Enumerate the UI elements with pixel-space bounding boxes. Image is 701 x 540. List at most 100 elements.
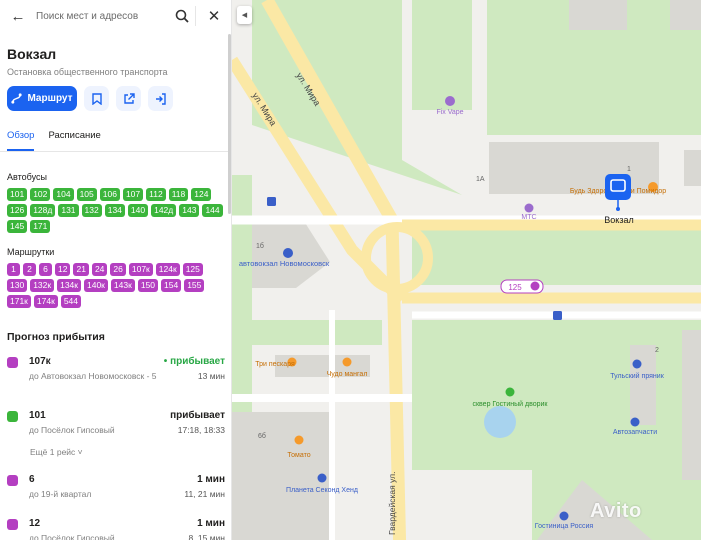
shop-icon	[632, 359, 642, 369]
minibus-route-chip[interactable]: 107к	[128, 263, 153, 276]
minibus-route-chip[interactable]: 24	[91, 263, 108, 276]
bus-route-chip[interactable]: 132	[81, 204, 102, 217]
minibus-route-chip[interactable]: 134к	[57, 279, 81, 292]
minibus-route-chip[interactable]: 154	[161, 279, 182, 292]
tab-overview[interactable]: Обзор	[7, 130, 35, 151]
minibus-route-chip[interactable]: 12	[55, 263, 71, 276]
minibus-route-chip[interactable]: 130	[7, 279, 28, 292]
minibus-route-chip[interactable]: 124к	[155, 263, 180, 276]
arrival-destination: до Автовокзал Новомосковск - 5	[29, 371, 157, 381]
tab-schedule[interactable]: Расписание	[48, 130, 100, 141]
arrival-status: 1 мин	[197, 518, 225, 529]
enter-icon	[155, 92, 166, 105]
board-button[interactable]	[148, 86, 173, 111]
more-trips-link[interactable]: Ещё 1 рейс ˅	[30, 447, 83, 457]
bus-route-chip[interactable]: 104	[53, 188, 74, 201]
search-divider	[195, 6, 196, 26]
svg-text:1А: 1А	[476, 176, 485, 183]
minibus-route-chip[interactable]: 2	[23, 263, 36, 276]
bus-route-chip[interactable]: 143	[179, 204, 200, 217]
selected-stop-marker	[605, 174, 631, 200]
minibus-route-chip[interactable]: 125	[182, 263, 203, 276]
back-arrow-icon[interactable]: ←	[4, 4, 32, 28]
search-icon[interactable]	[170, 4, 194, 28]
minibus-route-chip[interactable]: 171к	[7, 295, 31, 308]
page-title: Вокзал	[7, 46, 57, 62]
arrival-destination: до Посёлок Гипсовый	[29, 533, 115, 540]
svg-text:2: 2	[655, 347, 659, 354]
restaurant-icon	[294, 435, 304, 445]
bus-route-chip[interactable]: 112	[146, 188, 166, 201]
bus-stop-marker	[553, 311, 562, 320]
arrival-times: 13 мин	[197, 371, 225, 381]
bus-route-chip[interactable]: 105	[76, 188, 97, 201]
collapse-panel-button[interactable]: ◀	[237, 6, 252, 24]
svg-text:6б: 6б	[258, 432, 266, 440]
bus-route-chip[interactable]: 118	[168, 188, 189, 201]
close-icon[interactable]: ✕	[202, 4, 226, 28]
arrival-status: прибывает	[170, 410, 225, 421]
bookmark-button[interactable]	[84, 86, 109, 111]
map-canvas: ул. Мира ул. Мира Гвардейская ул. 1 1А 1…	[232, 0, 701, 540]
minibus-route-chip[interactable]: 1	[7, 263, 20, 276]
minibus-route-chip[interactable]: 544	[60, 295, 81, 308]
bus-route-chip[interactable]: 126	[7, 204, 28, 217]
minibus-route-chip[interactable]: 26	[110, 263, 126, 276]
minibus-route-chip[interactable]: 150	[137, 279, 158, 292]
action-buttons: Маршрут	[7, 86, 173, 111]
map-view[interactable]: ул. Мира ул. Мира Гвардейская ул. 1 1А 1…	[232, 0, 701, 540]
park-icon	[505, 387, 515, 397]
poi-label: сквер Гостиный дворик	[472, 400, 548, 408]
arrival-status: • прибывает	[163, 356, 225, 367]
bus-route-chip[interactable]: 171	[30, 220, 51, 233]
poi-label: Fix Vape	[436, 109, 463, 116]
forecast-title: Прогноз прибытия	[7, 331, 105, 343]
poi-label: автовокзал Новомосковск	[239, 259, 330, 268]
minibus-route-chip[interactable]: 143к	[110, 279, 135, 292]
poi-label: Планета Секонд Хенд	[286, 487, 358, 494]
bus-route-chip[interactable]: 124	[191, 188, 212, 201]
arrival-route: 12	[29, 518, 41, 529]
bookmark-icon	[91, 92, 102, 105]
poi-label: Три пескаря	[255, 361, 295, 368]
search-bar: ← Поиск мест и адресов ✕	[4, 4, 226, 28]
bus-route-chip[interactable]: 140	[127, 204, 149, 217]
minibus-route-chip[interactable]: 155	[184, 279, 205, 292]
shop-icon	[524, 203, 534, 213]
restaurant-icon	[342, 357, 352, 367]
selected-stop-label: Вокзал	[604, 215, 633, 225]
bus-route-list: 101 102 104 105 106 107 112 118 124 126 128д 131 132…	[7, 188, 225, 233]
bus-route-chip[interactable]: 107	[122, 188, 144, 201]
bus-icon	[7, 411, 18, 422]
bus-route-chip[interactable]: 101	[7, 188, 28, 201]
arrival-route: 107к	[29, 356, 51, 367]
bus-stop-marker	[267, 197, 276, 206]
route-button[interactable]: Маршрут	[7, 86, 77, 111]
arrival-times: 17:18, 18:33	[177, 425, 225, 435]
avito-watermark: Avito	[590, 500, 642, 522]
minibus-route-chip[interactable]: 140к	[84, 279, 108, 292]
share-button[interactable]	[116, 86, 141, 111]
car-parts-icon	[630, 417, 640, 427]
minibus-route-chip[interactable]: 21	[73, 263, 89, 276]
bus-route-chip[interactable]: 145	[7, 220, 28, 233]
minibus-icon	[7, 357, 18, 368]
stop-subtitle: Остановка общественного транспорта	[7, 67, 168, 77]
minibus-route-chip[interactable]: 174к	[33, 295, 58, 308]
minibus-route-chip[interactable]: 6	[39, 263, 52, 276]
search-input[interactable]: Поиск мест и адресов	[32, 4, 170, 28]
arrival-times: 11, 21 мин	[184, 489, 225, 499]
bus-route-chip[interactable]: 131	[58, 204, 79, 217]
bus-station-icon	[283, 248, 293, 258]
bus-route-chip[interactable]: 144	[202, 204, 223, 217]
bus-route-chip[interactable]: 106	[99, 188, 120, 201]
poi-label: Автозапчасти	[613, 429, 657, 436]
route-badge: 125	[508, 283, 522, 292]
bus-route-chip[interactable]: 134	[104, 204, 125, 217]
bus-route-chip[interactable]: 102	[30, 188, 51, 201]
panel-scrollbar[interactable]	[228, 34, 231, 214]
minibus-route-chip[interactable]: 132к	[30, 279, 55, 292]
bus-route-chip[interactable]: 128д	[30, 204, 56, 217]
bus-route-chip[interactable]: 142д	[151, 204, 177, 217]
minibuses-label: Маршрутки	[7, 247, 55, 257]
